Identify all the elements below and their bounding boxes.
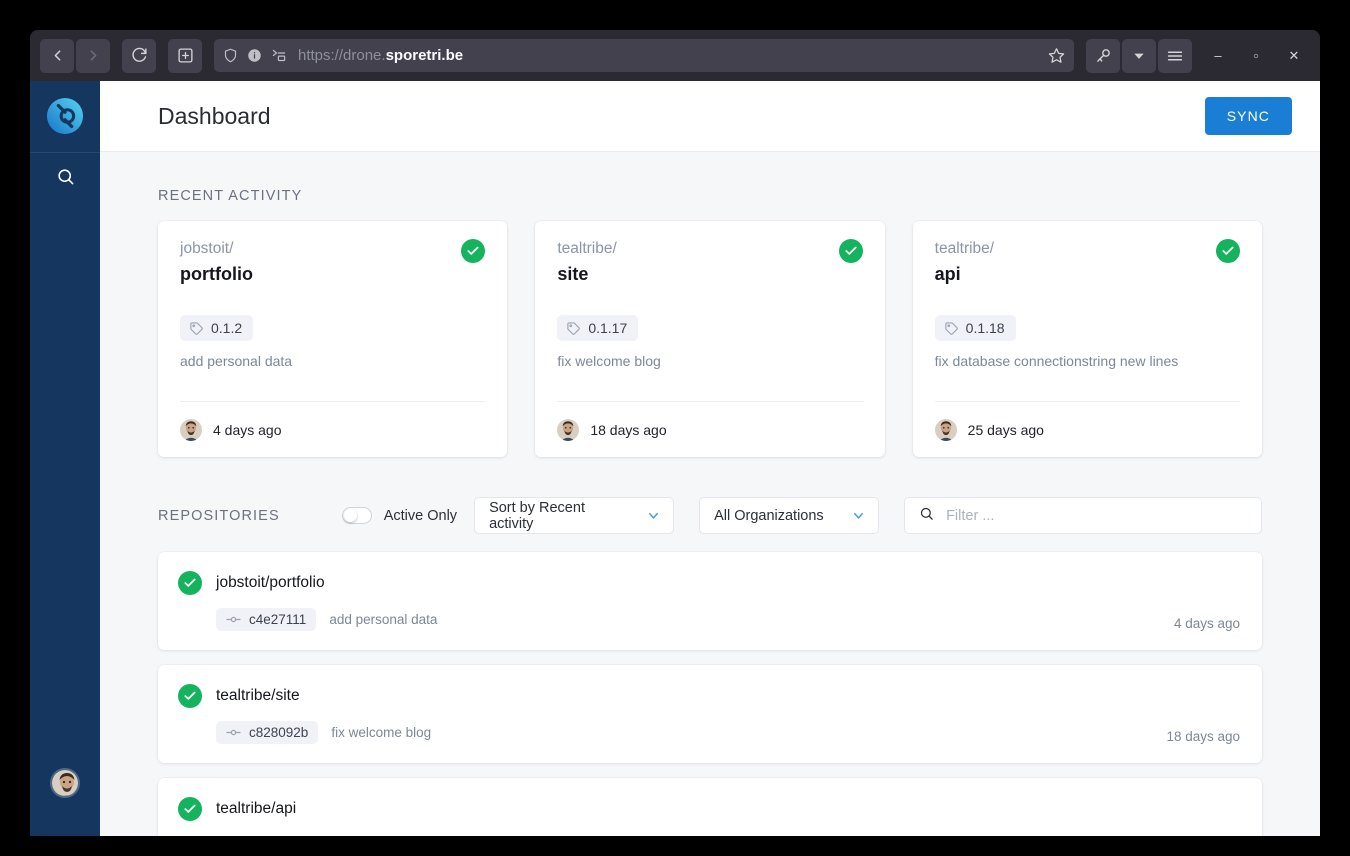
shield-icon: [223, 48, 238, 63]
version-tag: 0.1.2: [180, 315, 254, 342]
info-icon[interactable]: [247, 48, 262, 63]
version-tag-label: 0.1.2: [211, 320, 243, 337]
sort-select-value: Sort by Recent activity: [489, 499, 585, 532]
search-icon: [919, 506, 934, 526]
status-success-icon: [178, 684, 202, 708]
commit-pill: c4e27111: [216, 608, 317, 631]
repositories-toolbar: REPOSITORIES Active Only Sort by Recent …: [158, 497, 1262, 534]
filter-field[interactable]: [904, 497, 1262, 534]
version-tag-label: 0.1.17: [588, 320, 628, 337]
repository-name: tealtribe/site: [216, 687, 300, 704]
active-only-label: Active Only: [383, 507, 458, 524]
sort-select[interactable]: Sort by Recent activity: [474, 497, 675, 534]
activity-card-org: tealtribe/: [557, 240, 617, 257]
chevron-down-icon[interactable]: [1122, 38, 1156, 73]
drone-logo[interactable]: [46, 97, 84, 135]
activity-card-repo: portfolio: [180, 263, 253, 284]
app-content: Dashboard SYNC RECENT ACTIVITY jobstoit/…: [100, 81, 1320, 836]
repository-time: 18 days ago: [1166, 729, 1240, 744]
activity-card-message: add personal data: [180, 353, 293, 370]
commit-hash: c4e27111: [249, 612, 307, 627]
activity-card-message: fix database connectionstring new lines: [934, 353, 1179, 370]
status-success-icon: [1215, 239, 1240, 263]
activity-card-org: tealtribe/: [934, 240, 995, 257]
sync-button[interactable]: SYNC: [1204, 97, 1292, 135]
recent-activity-cards: jobstoit/ portfolio 0.1.2 add personal d…: [158, 221, 1262, 457]
version-tag: 0.1.17: [557, 315, 639, 342]
activity-card-footer: 25 days ago: [934, 401, 1240, 457]
status-success-icon: [178, 571, 202, 595]
app-header: Dashboard SYNC: [100, 81, 1320, 152]
activity-card-time: 4 days ago: [213, 421, 282, 438]
maximize-button[interactable]: ▫: [1240, 41, 1272, 71]
back-button[interactable]: [40, 38, 74, 73]
active-only-toggle-group[interactable]: Active Only: [341, 507, 458, 524]
activity-card-footer: 4 days ago: [180, 401, 486, 457]
avatar: [557, 418, 580, 441]
status-success-icon: [178, 797, 202, 821]
app-sidebar: [30, 81, 100, 836]
reader-mode-icon[interactable]: [271, 48, 287, 63]
window-controls: – ▫ ✕: [1202, 41, 1310, 71]
repository-name: tealtribe/api: [216, 800, 297, 817]
hamburger-menu-icon[interactable]: [1158, 38, 1192, 73]
repository-name: jobstoit/portfolio: [216, 574, 325, 591]
url-text: https://drone.sporetri.be: [296, 47, 1039, 64]
url-host: sporetri.be: [385, 47, 464, 64]
forward-button[interactable]: [76, 38, 110, 73]
version-tag-label: 0.1.18: [965, 320, 1005, 337]
status-success-icon: [461, 239, 486, 263]
browser-window: https://drone.sporetri.be – ▫ ✕ Dashboar…: [30, 30, 1320, 836]
avatar: [180, 418, 202, 441]
avatar: [934, 418, 957, 441]
url-scheme: https://drone.: [298, 47, 386, 64]
repository-row[interactable]: tealtribe/api: [158, 778, 1262, 836]
commit-hash: c828092b: [249, 725, 309, 740]
repository-time: 4 days ago: [1173, 616, 1240, 631]
repository-row[interactable]: tealtribe/site c828092b fix welcome blog…: [158, 665, 1262, 763]
activity-card-message: fix welcome blog: [557, 353, 661, 370]
activity-card[interactable]: tealtribe/ api 0.1.18 fix database conne…: [912, 221, 1262, 457]
repository-list: jobstoit/portfolio c4e27111 add personal…: [158, 552, 1262, 836]
star-icon[interactable]: [1048, 47, 1065, 64]
key-icon[interactable]: [1086, 38, 1120, 73]
chevron-down-icon: [646, 508, 661, 523]
reload-button[interactable]: [122, 38, 156, 73]
sidebar-divider: [30, 152, 100, 153]
page-viewport: Dashboard SYNC RECENT ACTIVITY jobstoit/…: [30, 81, 1320, 836]
activity-card-time: 25 days ago: [967, 421, 1044, 438]
scroll-area[interactable]: RECENT ACTIVITY jobstoit/ portfolio 0.1.…: [100, 152, 1320, 836]
organization-select[interactable]: All Organizations: [699, 497, 880, 534]
version-tag: 0.1.18: [934, 315, 1016, 342]
filter-input[interactable]: [946, 507, 1247, 524]
activity-card-org: jobstoit/: [180, 240, 234, 257]
address-bar[interactable]: https://drone.sporetri.be: [214, 39, 1074, 72]
activity-card[interactable]: jobstoit/ portfolio 0.1.2 add personal d…: [158, 221, 508, 457]
activity-card[interactable]: tealtribe/ site 0.1.17 fix welcome blog: [535, 221, 885, 457]
activity-card-time: 18 days ago: [590, 421, 667, 438]
commit-message: fix welcome blog: [331, 725, 432, 740]
active-only-toggle[interactable]: [341, 507, 372, 524]
commit-message: add personal data: [329, 612, 438, 627]
search-icon[interactable]: [46, 157, 84, 195]
chevron-down-icon: [851, 508, 866, 523]
repository-row[interactable]: jobstoit/portfolio c4e27111 add personal…: [158, 552, 1262, 650]
minimize-button[interactable]: –: [1202, 41, 1234, 71]
activity-card-repo: site: [557, 263, 589, 284]
new-tab-button[interactable]: [168, 38, 202, 73]
recent-activity-label: RECENT ACTIVITY: [158, 188, 303, 204]
organization-select-value: All Organizations: [714, 507, 824, 524]
browser-toolbar: https://drone.sporetri.be – ▫ ✕: [30, 30, 1320, 81]
repositories-label: REPOSITORIES: [158, 507, 280, 524]
activity-card-footer: 18 days ago: [557, 401, 863, 457]
activity-card-repo: api: [934, 263, 961, 284]
avatar[interactable]: [50, 768, 80, 798]
page-title: Dashboard: [158, 102, 271, 129]
close-button[interactable]: ✕: [1278, 41, 1310, 71]
status-success-icon: [838, 239, 863, 263]
commit-pill: c828092b: [216, 721, 319, 744]
